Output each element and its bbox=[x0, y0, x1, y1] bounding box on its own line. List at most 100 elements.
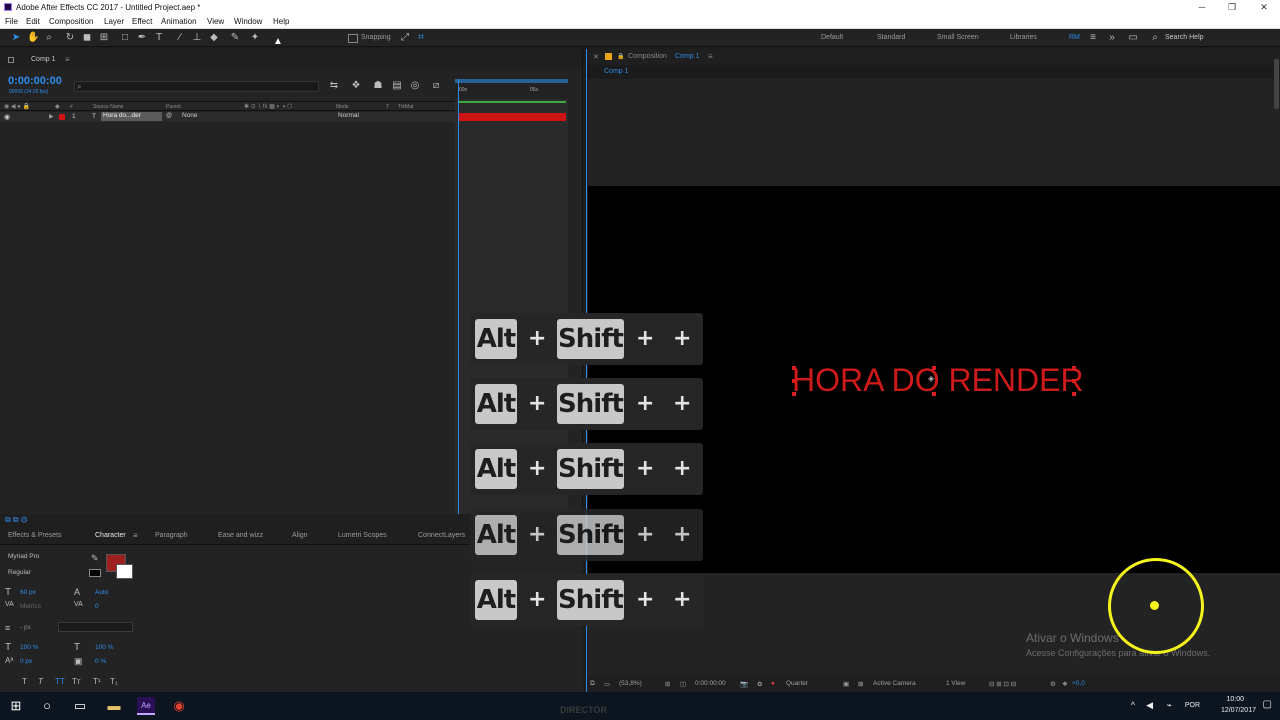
exposure-value[interactable]: +0,0 bbox=[1072, 680, 1085, 687]
tab-comp-1[interactable]: Comp 1 bbox=[31, 56, 56, 63]
reset-exposure-icon[interactable]: ❖ bbox=[1062, 680, 1068, 688]
superscript-button[interactable]: T¹ bbox=[93, 677, 101, 686]
eraser-tool-icon[interactable]: ◆ bbox=[208, 32, 220, 44]
selection-tool-icon[interactable]: ➤ bbox=[10, 32, 22, 44]
tab-paragraph[interactable]: Paragraph bbox=[155, 532, 188, 539]
font-size-value[interactable]: 60 px bbox=[20, 589, 36, 596]
bounding-handle[interactable] bbox=[792, 392, 796, 396]
fit-icon[interactable]: ⊞ bbox=[665, 680, 670, 688]
workspace-libraries[interactable]: Libraries bbox=[1010, 34, 1037, 41]
bounding-handle[interactable] bbox=[932, 392, 936, 396]
clock-time[interactable]: 10:00 bbox=[1226, 696, 1244, 703]
layer-duration-bar[interactable] bbox=[458, 113, 566, 121]
parent-dropdown[interactable]: None bbox=[180, 112, 236, 121]
source-name-header[interactable]: Source Name bbox=[93, 104, 124, 110]
windows-start-icon[interactable]: ⊞ bbox=[7, 697, 25, 715]
panel-menu-icon[interactable]: ≡ bbox=[65, 55, 70, 64]
menu-window[interactable]: Window bbox=[234, 17, 262, 26]
menu-file[interactable]: File bbox=[5, 17, 18, 26]
close-icon[interactable]: ✕ bbox=[1252, 1, 1276, 13]
parent-header[interactable]: Parent bbox=[166, 104, 181, 110]
stroke-color-swatch[interactable] bbox=[116, 564, 133, 579]
camera-tool-icon[interactable]: ◼ bbox=[81, 32, 93, 44]
brush-tool-icon[interactable]: ∕ bbox=[174, 32, 186, 44]
faux-bold-button[interactable]: T bbox=[22, 677, 27, 686]
snapping-checkbox[interactable] bbox=[348, 34, 358, 43]
transparency-grid-icon[interactable]: ⊠ bbox=[858, 680, 863, 688]
eye-icon[interactable]: ◉ bbox=[4, 113, 10, 121]
breadcrumb-comp-1[interactable]: Comp 1 bbox=[604, 68, 629, 75]
pan-behind-tool-icon[interactable]: ⊞ bbox=[98, 32, 110, 44]
composition-text-layer[interactable]: HORA DO RENDER bbox=[792, 362, 1084, 399]
bounding-handle[interactable] bbox=[1072, 366, 1076, 370]
channel-icon[interactable]: ● bbox=[771, 680, 775, 687]
menu-composition[interactable]: Composition bbox=[49, 17, 93, 26]
toggle-switches-icon[interactable]: ⧉ ⧉ ⚙ bbox=[5, 515, 27, 525]
workspace-default[interactable]: Default bbox=[821, 34, 843, 41]
tab-effects-presets[interactable]: Effects & Presets bbox=[8, 532, 62, 539]
tracking-value[interactable]: 0 bbox=[95, 603, 99, 610]
bounding-handle[interactable] bbox=[792, 366, 796, 370]
viewer-scrollbar[interactable] bbox=[1274, 59, 1279, 109]
viewer-comp-name[interactable]: Comp 1 bbox=[675, 53, 700, 60]
menu-effect[interactable]: Effect bbox=[132, 17, 152, 26]
comp-mini-flowchart-icon[interactable]: ⇆ bbox=[328, 80, 340, 92]
graph-editor-icon[interactable]: ⧄ bbox=[430, 80, 442, 92]
menu-animation[interactable]: Animation bbox=[161, 17, 197, 26]
zoom-tool-icon[interactable]: ⌕ bbox=[43, 32, 55, 44]
workspace-menu-icon[interactable]: ≡ bbox=[1087, 32, 1099, 44]
show-snapshot-icon[interactable]: ✿ bbox=[757, 680, 762, 688]
hand-tool-icon[interactable]: ✋ bbox=[27, 32, 39, 44]
lock-icon[interactable]: 🔒 bbox=[617, 53, 624, 60]
zoom-dropdown[interactable]: (53,8%) bbox=[619, 680, 642, 687]
horizontal-scale-value[interactable]: 100 % bbox=[95, 644, 113, 651]
layer-row[interactable]: ◉ ▶ 1 T Hora do...der @ None Normal bbox=[0, 112, 455, 122]
anchor-point-icon[interactable]: ◈ bbox=[928, 374, 934, 383]
black-swatch[interactable] bbox=[89, 569, 101, 577]
frame-blending-icon[interactable]: ▤ bbox=[391, 80, 403, 92]
rectangle-tool-icon[interactable]: □ bbox=[119, 32, 131, 44]
chrome-icon[interactable]: ◉ bbox=[170, 697, 188, 715]
time-ruler[interactable]: 00s 05s bbox=[455, 79, 568, 99]
sync-settings-icon[interactable]: ▭ bbox=[1127, 32, 1139, 44]
task-view-icon[interactable]: ▭ bbox=[71, 697, 89, 715]
label-color-swatch[interactable] bbox=[59, 114, 65, 120]
font-family-dropdown[interactable]: Myriad Pro bbox=[5, 552, 83, 562]
workspace-rm[interactable]: RM bbox=[1069, 34, 1080, 41]
panel-close-icon[interactable]: ✕ bbox=[593, 53, 599, 61]
network-icon[interactable]: ⌁ bbox=[1167, 700, 1172, 711]
stroke-type-dropdown[interactable] bbox=[58, 622, 133, 632]
bounding-handle[interactable] bbox=[1072, 392, 1076, 396]
always-preview-icon[interactable]: ⧉ bbox=[590, 680, 595, 688]
fast-previews-icon[interactable]: ⚙ bbox=[1050, 680, 1056, 688]
faux-italic-button[interactable]: T bbox=[38, 677, 43, 686]
volume-icon[interactable]: ◀ bbox=[1146, 700, 1153, 711]
menu-help[interactable]: Help bbox=[273, 17, 289, 26]
viewer-menu-icon[interactable]: ≡ bbox=[708, 52, 713, 61]
menu-layer[interactable]: Layer bbox=[104, 17, 124, 26]
baseline-shift-value[interactable]: 0 px bbox=[20, 658, 32, 665]
layer-search-input[interactable]: ⌕ bbox=[74, 81, 319, 92]
minimize-icon[interactable]: ─ bbox=[1190, 1, 1214, 13]
layer-name[interactable]: Hora do...der bbox=[101, 112, 162, 121]
mode-header[interactable]: Mode bbox=[336, 104, 349, 110]
resolution-dropdown[interactable]: Quarter bbox=[786, 680, 808, 687]
tray-chevron-icon[interactable]: ^ bbox=[1131, 700, 1135, 710]
tsume-value[interactable]: 0 % bbox=[95, 658, 106, 665]
shy-layers-icon[interactable]: ☗ bbox=[372, 80, 384, 92]
camera-dropdown[interactable]: Active Camera bbox=[873, 680, 916, 687]
file-explorer-icon[interactable]: ▬ bbox=[105, 697, 123, 715]
snapping-options-icon[interactable]: ⤢ bbox=[399, 32, 411, 44]
menu-edit[interactable]: Edit bbox=[26, 17, 40, 26]
view-layout-dropdown[interactable]: 1 View bbox=[946, 680, 965, 687]
rotate-tool-icon[interactable]: ↻ bbox=[64, 32, 76, 44]
mask-visibility-icon[interactable]: ◫ bbox=[680, 680, 686, 688]
tab-align[interactable]: Align bbox=[292, 532, 308, 539]
bounding-handle[interactable] bbox=[792, 379, 796, 383]
mode-dropdown[interactable]: Normal bbox=[336, 112, 380, 121]
current-time-display[interactable]: 0:00:00:00 bbox=[8, 75, 62, 87]
subscript-button[interactable]: T₁ bbox=[110, 677, 118, 686]
cortana-search-icon[interactable]: ○ bbox=[38, 697, 56, 715]
bounding-handle[interactable] bbox=[1072, 379, 1076, 383]
panel-close-icon[interactable] bbox=[8, 57, 14, 63]
